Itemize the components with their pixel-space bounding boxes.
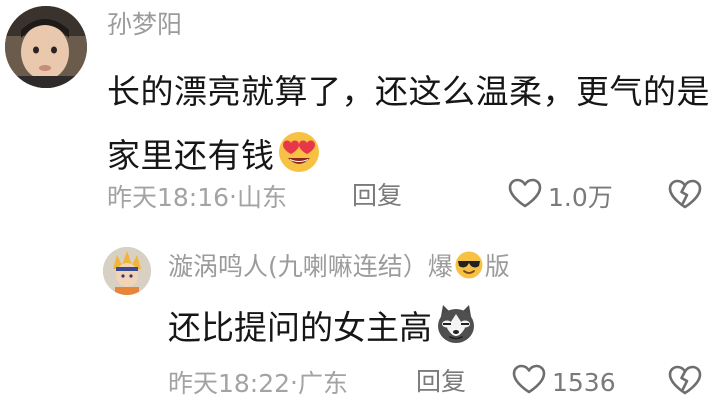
heart-outline-icon <box>512 364 552 400</box>
husky-dog-emoji-icon <box>434 302 478 346</box>
dislike-button[interactable] <box>668 362 704 402</box>
like-button[interactable]: 1.0万 <box>508 176 613 216</box>
sunglasses-emoji-icon <box>454 250 484 280</box>
meta-separator: · <box>290 367 298 397</box>
like-count: 1536 <box>552 367 616 397</box>
like-button[interactable]: 1536 <box>512 362 616 402</box>
comment-time: 昨天18:16 <box>107 183 230 212</box>
reply-username-suffix: 版 <box>484 252 510 281</box>
broken-heart-icon <box>668 365 702 399</box>
comment-meta: 昨天18:16 · 山东 <box>107 176 287 216</box>
heart-eyes-emoji-icon <box>277 130 321 174</box>
avatar-main[interactable] <box>5 6 87 88</box>
avatar-reply[interactable] <box>103 247 151 295</box>
reply-text: 还比提问的女主高 <box>168 296 478 360</box>
comment-text-body: 长的漂亮就算了，还这么温柔，更气的是家里还有钱 <box>107 72 710 175</box>
reply-text-body: 还比提问的女主高 <box>168 308 432 347</box>
reply-time: 昨天18:22 <box>168 369 291 398</box>
reply-button[interactable]: 回复 <box>416 362 466 402</box>
heart-outline-icon <box>508 178 548 214</box>
like-count: 1.0万 <box>548 183 613 212</box>
reply-username[interactable]: 漩涡鸣人(九喇嘛连结）爆 版 <box>168 250 510 284</box>
comment-location: 山东 <box>237 183 288 212</box>
dislike-button[interactable] <box>668 176 704 216</box>
comment-text: 长的漂亮就算了，还这么温柔，更气的是家里还有钱 <box>107 60 715 188</box>
meta-separator: · <box>229 181 237 211</box>
reply-meta: 昨天18:22 · 广东 <box>168 362 348 402</box>
reply-username-prefix: 漩涡鸣人(九喇嘛连结）爆 <box>168 252 453 281</box>
reply-location: 广东 <box>298 369 349 398</box>
comment-username[interactable]: 孙梦阳 <box>107 8 182 42</box>
broken-heart-icon <box>668 179 702 213</box>
reply-button[interactable]: 回复 <box>352 176 402 216</box>
